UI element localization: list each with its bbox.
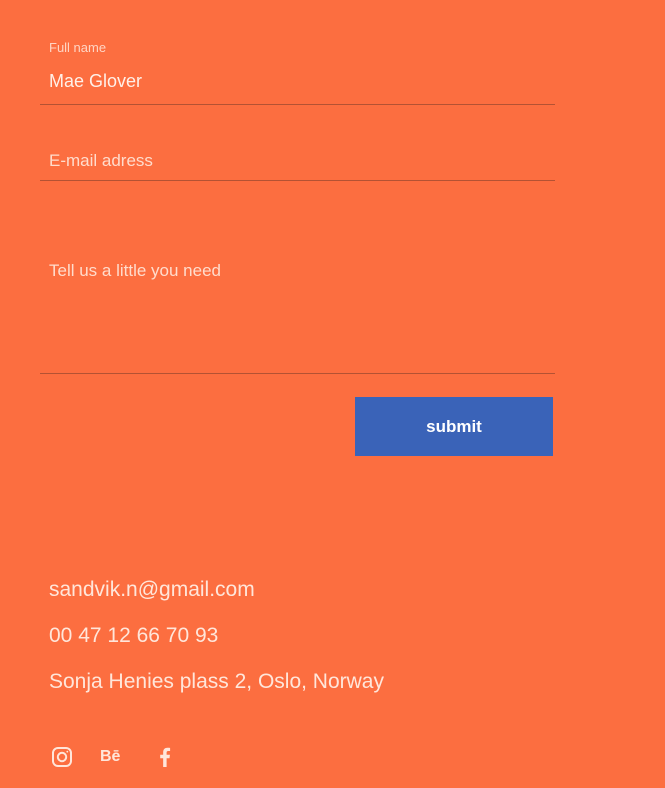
behance-icon: Bē xyxy=(100,748,121,765)
contact-form: Full name submit xyxy=(0,0,665,470)
facebook-icon xyxy=(160,747,171,767)
behance-link[interactable]: Bē xyxy=(100,745,126,771)
submit-button[interactable]: submit xyxy=(355,397,553,456)
instagram-link[interactable] xyxy=(50,745,76,771)
full-name-label: Full name xyxy=(49,40,107,55)
contact-address: Sonja Henies plass 2, Oslo, Norway xyxy=(49,670,384,693)
contact-email[interactable]: sandvik.n@gmail.com xyxy=(49,578,255,602)
email-field xyxy=(40,140,555,181)
email-input[interactable] xyxy=(49,150,539,172)
message-textarea[interactable] xyxy=(49,260,539,360)
contact-phone: 00 47 12 66 70 93 xyxy=(49,624,219,647)
message-field xyxy=(40,250,555,374)
full-name-field: Full name xyxy=(40,34,555,105)
facebook-link[interactable] xyxy=(153,745,179,771)
instagram-icon xyxy=(52,747,72,767)
contact-email-link[interactable]: sandvik.n@gmail.com xyxy=(49,578,255,601)
full-name-input[interactable] xyxy=(49,70,539,92)
